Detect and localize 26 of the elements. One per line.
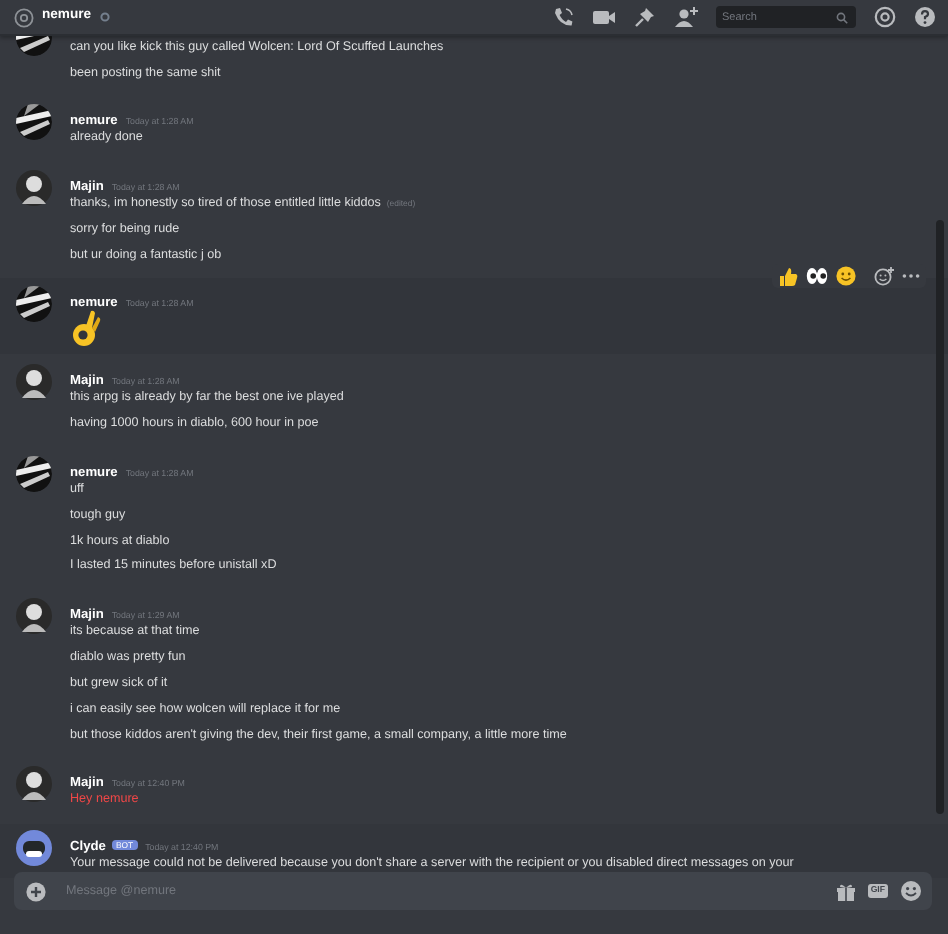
gift-icon[interactable]	[835, 881, 856, 901]
add-friend-icon[interactable]	[674, 6, 698, 28]
plus-icon[interactable]	[26, 881, 46, 901]
mention-icon[interactable]	[874, 6, 896, 28]
emoji-icon[interactable]	[900, 880, 922, 902]
avatar	[16, 285, 52, 322]
pin-icon[interactable]	[634, 6, 656, 28]
smiley-icon[interactable]	[836, 266, 856, 287]
avatar	[16, 104, 52, 141]
add-reaction-icon[interactable]	[874, 266, 894, 287]
avatar	[16, 830, 52, 867]
help-icon[interactable]	[914, 6, 936, 28]
avatar	[16, 169, 52, 206]
thumbs-up-icon[interactable]	[778, 266, 798, 287]
ok-hand-icon	[70, 307, 102, 348]
more-icon[interactable]	[902, 272, 920, 281]
avatar	[16, 455, 52, 492]
avatar	[16, 597, 52, 634]
at-icon	[14, 7, 34, 27]
search-icon	[836, 11, 848, 23]
avatar	[16, 765, 52, 802]
phone-icon[interactable]	[552, 6, 574, 28]
eyes-icon[interactable]	[806, 266, 828, 287]
status-icon	[99, 12, 110, 22]
avatar	[16, 364, 52, 401]
video-icon[interactable]	[592, 8, 616, 26]
